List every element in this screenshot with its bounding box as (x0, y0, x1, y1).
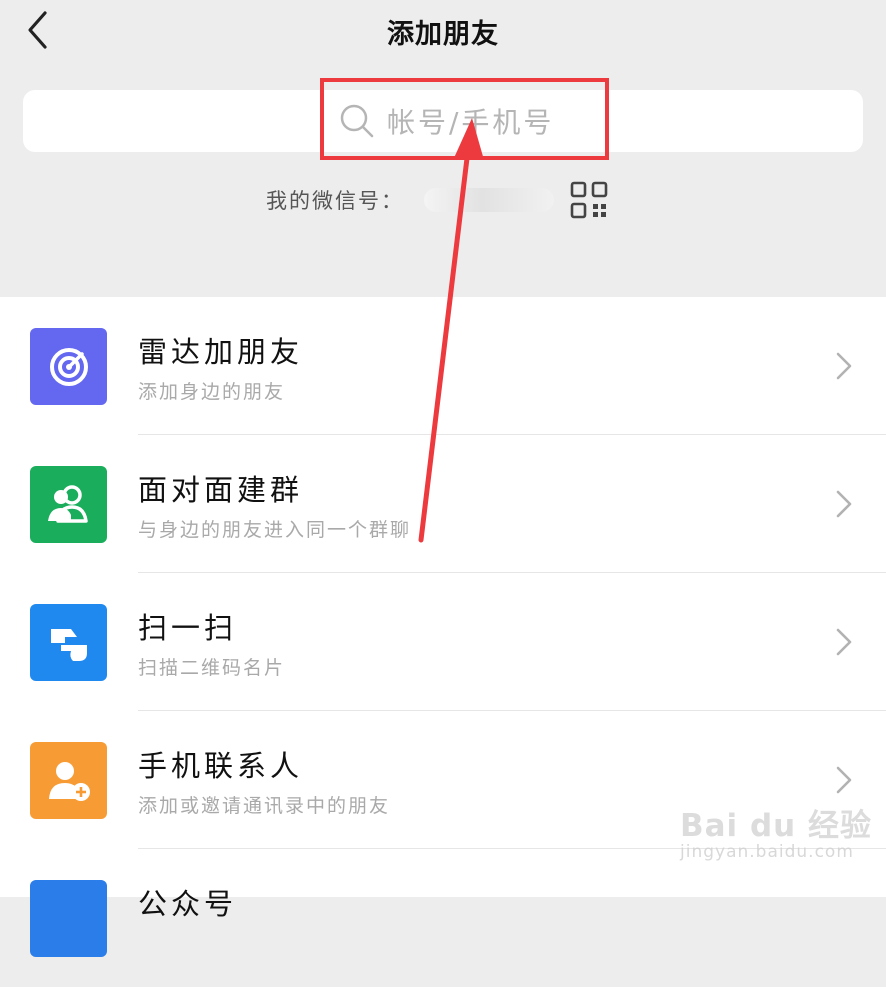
watermark: Bai du 经验 jingyan.baidu.com (680, 796, 880, 871)
page-title: 添加朋友 (387, 19, 499, 50)
search-icon (340, 104, 374, 138)
chevron-right-icon (836, 766, 852, 794)
qr-code-icon[interactable] (570, 181, 608, 219)
my-id-value-redacted (424, 188, 554, 212)
list-item-subtitle: 与身边的朋友进入同一个群聊 (138, 519, 412, 541)
my-id-label: 我的微信号： (266, 189, 404, 213)
list-item-title: 扫一扫 (138, 611, 238, 645)
scan-icon (30, 604, 107, 681)
list-item-scan[interactable]: 扫一扫 扫描二维码名片 (0, 573, 886, 711)
chevron-right-icon (836, 352, 852, 380)
list-item-radar[interactable]: 雷达加朋友 添加身边的朋友 (0, 297, 886, 435)
chevron-right-icon (836, 628, 852, 656)
search-placeholder: 帐号/手机号 (387, 106, 555, 139)
list-item-title: 雷达加朋友 (138, 335, 304, 369)
top-bar: 添加朋友 (0, 0, 886, 60)
search-input[interactable]: 帐号/手机号 (23, 90, 863, 152)
list-item-title: 手机联系人 (138, 749, 304, 783)
list-item-subtitle: 添加身边的朋友 (138, 381, 286, 403)
list-item-face-to-face-group[interactable]: 面对面建群 与身边的朋友进入同一个群聊 (0, 435, 886, 573)
list-item-title: 公众号 (138, 887, 238, 921)
list-item-title: 面对面建群 (138, 473, 304, 507)
group-icon (30, 466, 107, 543)
list-item-subtitle: 添加或邀请通讯录中的朋友 (138, 795, 391, 817)
contact-add-icon (30, 742, 107, 819)
chevron-right-icon (836, 490, 852, 518)
official-account-icon (30, 880, 107, 957)
list-item-subtitle: 扫描二维码名片 (138, 657, 286, 679)
watermark-url: jingyan.baidu.com (680, 842, 854, 862)
radar-icon (30, 328, 107, 405)
search-field-content: 帐号/手机号 (339, 100, 554, 142)
my-wechat-id: 我的微信号： (266, 180, 608, 220)
watermark-logo: Bai du 经验 (680, 808, 873, 844)
